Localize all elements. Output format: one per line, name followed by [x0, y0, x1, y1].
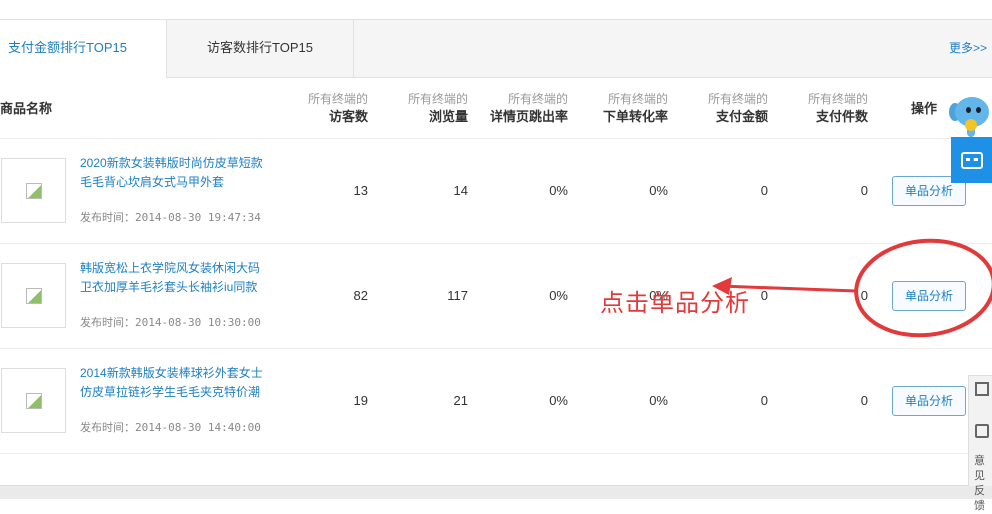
- cell-conversion-rate: 0%: [649, 183, 668, 198]
- cell-pageviews: 117: [447, 288, 468, 303]
- header-main: 支付件数: [815, 109, 868, 124]
- header-sub: 所有终端的: [407, 92, 468, 106]
- single-product-analysis-button[interactable]: 单品分析: [892, 281, 966, 311]
- chat-dots: [965, 157, 978, 164]
- table-row: 韩版宽松上衣学院风女装休闲大码卫衣加厚羊毛衫套头长袖衫iu同款 发布时间：201…: [0, 244, 992, 349]
- cell-pay-count: 0: [860, 183, 868, 198]
- cell-pay-count: 0: [860, 288, 868, 303]
- mascot-coin: [965, 119, 977, 131]
- tab-visitors-top15[interactable]: 访客数排行TOP15: [167, 20, 354, 77]
- mascot-eye: [966, 107, 971, 113]
- chat-icon: [960, 151, 983, 169]
- header-main: 支付金额: [715, 109, 768, 124]
- cell-pageviews: 21: [453, 393, 468, 408]
- cell-pay-amount: 0: [760, 393, 768, 408]
- cell-visitors: 19: [353, 393, 368, 408]
- broken-image-icon: [25, 182, 42, 199]
- cell-conversion-rate: 0%: [649, 393, 668, 408]
- feedback-line: 反馈: [974, 485, 985, 512]
- cell-visitors: 13: [353, 183, 368, 198]
- header-sub: 所有终端的: [807, 92, 868, 106]
- header-main: 下单转化率: [602, 109, 668, 124]
- cell-bounce-rate: 0%: [549, 183, 568, 198]
- mascot-eye: [976, 107, 981, 113]
- cell-bounce-rate: 0%: [549, 393, 568, 408]
- header-main: 浏览量: [428, 109, 468, 124]
- cell-pay-amount: 0: [760, 183, 768, 198]
- table-row: 2014新款韩版女装棒球衫外套女士仿皮草拉链衫学生毛毛夹克特价潮 发布时间：20…: [0, 349, 992, 454]
- publish-time: 发布时间：2014-08-30 19:47:34: [80, 211, 261, 224]
- cell-visitors: 82: [353, 288, 368, 303]
- qr-code-icon[interactable]: [975, 382, 989, 396]
- header-pageviews: 所有终端的浏览量: [408, 90, 468, 126]
- header-bounce-rate: 所有终端的详情页跳出率: [490, 90, 568, 126]
- product-title-link[interactable]: 2020新款女装韩版时尚仿皮草短款毛毛背心坎肩女式马甲外套: [80, 154, 270, 192]
- header-main: 访客数: [328, 109, 368, 124]
- cell-pageviews: 14: [453, 183, 468, 198]
- table-header: 商品名称 所有终端的访客数 所有终端的浏览量 所有终端的详情页跳出率 所有终端的…: [0, 78, 992, 139]
- cell-pay-count: 0: [860, 393, 868, 408]
- header-product-name: 商品名称: [0, 101, 53, 116]
- publish-time: 发布时间：2014-08-30 10:30:00: [80, 316, 261, 329]
- edit-icon[interactable]: [975, 424, 989, 438]
- header-sub: 所有终端的: [507, 92, 568, 106]
- side-tool-panel: 意见 反馈: [968, 375, 992, 512]
- elephant-mascot-icon[interactable]: [949, 95, 992, 140]
- top-strip: [0, 0, 992, 20]
- cell-pay-amount: 0: [760, 288, 768, 303]
- header-main: 详情页跳出率: [489, 109, 568, 124]
- publish-time: 发布时间：2014-08-30 14:40:00: [80, 421, 261, 434]
- annotation-text: 点击单品分析: [600, 289, 750, 317]
- feedback-line: 意见: [974, 455, 985, 482]
- tab-bar: 支付金额排行TOP15 访客数排行TOP15 更多>>: [0, 20, 992, 78]
- header-pay-count: 所有终端的支付件数: [808, 90, 868, 126]
- chat-button[interactable]: [951, 137, 992, 183]
- product-thumbnail[interactable]: [1, 263, 66, 328]
- header-action: 操作: [911, 101, 938, 116]
- header-pay-amount: 所有终端的支付金额: [708, 90, 768, 126]
- product-title-link[interactable]: 2014新款韩版女装棒球衫外套女士仿皮草拉链衫学生毛毛夹克特价潮: [80, 364, 270, 402]
- product-thumbnail[interactable]: [1, 368, 66, 433]
- feedback-link[interactable]: 意见 反馈: [974, 454, 992, 514]
- broken-image-icon: [25, 287, 42, 304]
- product-title-link[interactable]: 韩版宽松上衣学院风女装休闲大码卫衣加厚羊毛衫套头长袖衫iu同款: [80, 259, 270, 297]
- cell-bounce-rate: 0%: [549, 288, 568, 303]
- header-conversion-rate: 所有终端的下单转化率: [603, 90, 668, 126]
- broken-image-icon: [25, 392, 42, 409]
- single-product-analysis-button[interactable]: 单品分析: [892, 386, 966, 416]
- more-link[interactable]: 更多>>: [949, 20, 987, 77]
- product-thumbnail[interactable]: [1, 158, 66, 223]
- tab-pay-amount-top15[interactable]: 支付金额排行TOP15: [0, 20, 167, 78]
- table-row: 2020新款女装韩版时尚仿皮草短款毛毛背心坎肩女式马甲外套 发布时间：2014-…: [0, 139, 992, 244]
- header-visitors: 所有终端的访客数: [308, 90, 368, 126]
- horizontal-scrollbar[interactable]: [0, 485, 992, 499]
- header-sub: 所有终端的: [707, 92, 768, 106]
- header-sub: 所有终端的: [307, 92, 368, 106]
- header-sub: 所有终端的: [607, 92, 668, 106]
